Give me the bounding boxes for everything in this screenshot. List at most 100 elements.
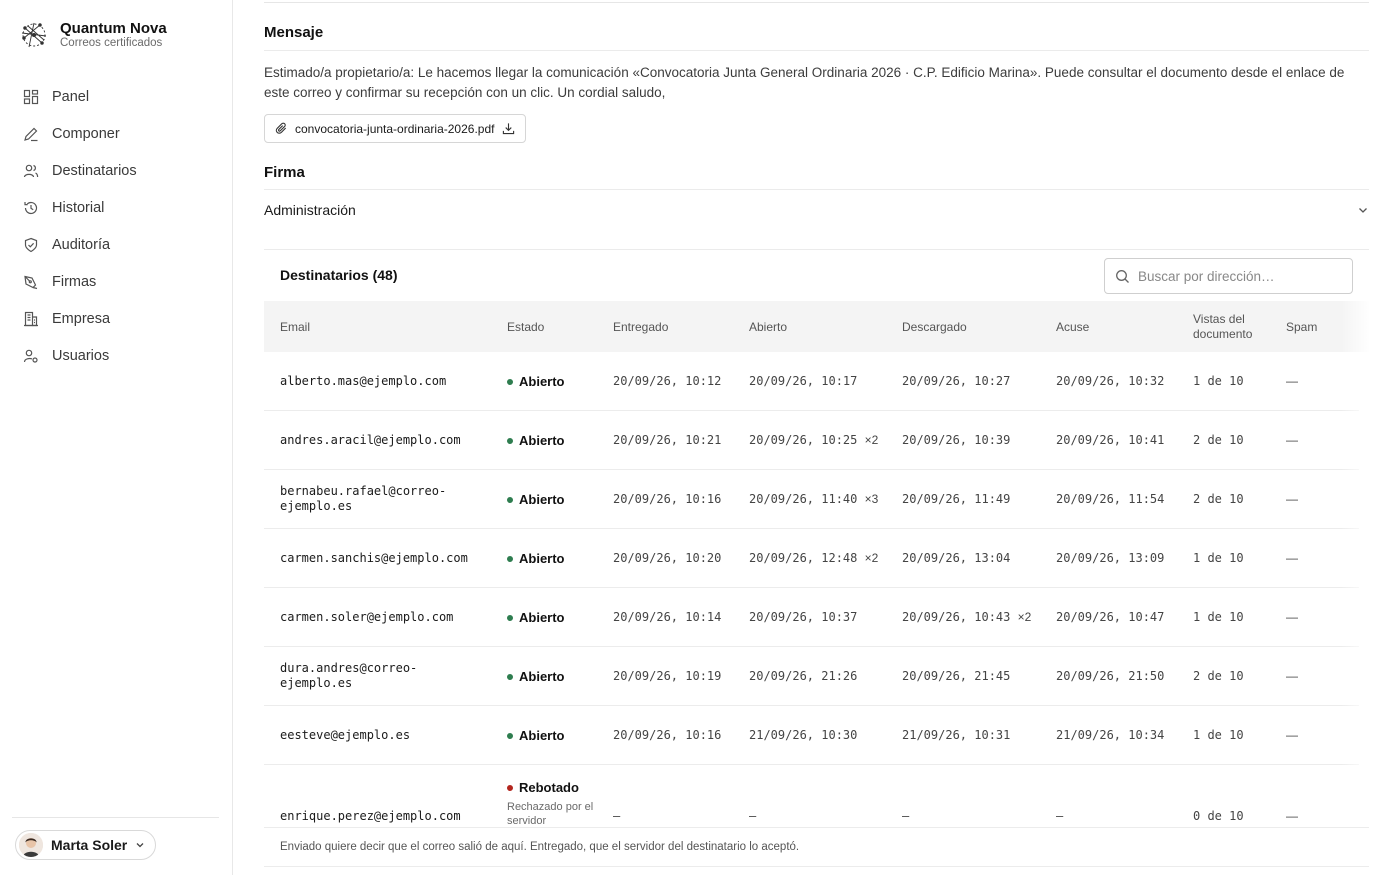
ack-cell: 20/09/26, 11:54 [1056, 492, 1165, 506]
status-label: Abierto [519, 374, 565, 389]
table-header: Email Estado Entregado Abierto Descargad… [264, 301, 1369, 352]
pen-icon [24, 127, 38, 141]
downloaded-cell: 20/09/26, 11:49 [902, 492, 1010, 507]
delivered-cell: 20/09/26, 10:19 [613, 669, 722, 683]
downloaded-cell: 20/09/26, 13:04 [902, 551, 1010, 566]
spam-cell: — [1286, 610, 1298, 624]
opened-value: 21/09/26, 10:30 [749, 728, 858, 742]
status-dot [507, 496, 513, 503]
opened-cell: 20/09/26, 10:25 ×2 [749, 433, 878, 448]
spam-cell: — [1286, 728, 1298, 742]
column-header-delivered[interactable]: Entregado [613, 320, 668, 335]
sidebar-nav: Panel Componer Destinatarios Historial A… [12, 78, 222, 374]
column-header-status[interactable]: Estado [507, 320, 544, 335]
column-header-downloaded[interactable]: Descargado [902, 320, 967, 335]
downloaded-value: 20/09/26, 10:43 [902, 610, 1011, 624]
status-badge: Abierto [507, 551, 565, 566]
chevron-down-icon [1359, 208, 1367, 213]
sidebar-item-label: Componer [52, 125, 120, 142]
column-header-views[interactable]: Vistas del documento [1193, 312, 1252, 342]
table-row[interactable]: dura.andres@correo-ejemplo.es Abierto 20… [264, 647, 1359, 706]
downloaded-count: ×2 [1017, 610, 1032, 624]
table-row[interactable]: eesteve@ejemplo.es Abierto 20/09/26, 10:… [264, 706, 1359, 765]
column-header-opened[interactable]: Abierto [749, 320, 787, 335]
status-badge: Abierto [507, 610, 565, 625]
status-label: Abierto [519, 728, 565, 743]
sidebar-item-usuarios[interactable]: Usuarios [12, 337, 222, 374]
sidebar-item-label: Panel [52, 88, 90, 105]
status-label: Abierto [519, 669, 565, 684]
column-header-views-line1: Vistas del [1193, 312, 1245, 326]
search-input[interactable] [1138, 268, 1338, 284]
paperclip-icon [275, 122, 287, 134]
user-name: Marta Soler [51, 837, 128, 853]
opened-cell: 20/09/26, 11:40 ×3 [749, 492, 878, 507]
sidebar-item-panel[interactable]: Panel [12, 78, 222, 115]
table-row[interactable]: enrique.perez@ejemplo.com Rebotado Recha… [264, 765, 1359, 826]
signature-selected-value: Administración [264, 202, 356, 218]
downloaded-cell: 20/09/26, 21:45 [902, 669, 1010, 684]
opened-count: ×2 [864, 433, 879, 447]
downloaded-value: 20/09/26, 10:27 [902, 374, 1011, 388]
brand[interactable]: Quantum Nova Correos certificados [20, 20, 167, 50]
opened-cell: 21/09/26, 10:30 [749, 728, 857, 743]
downloaded-value: 20/09/26, 10:39 [902, 433, 1011, 447]
views-cell: 1 de 10 [1193, 374, 1244, 388]
status-dot [507, 614, 513, 621]
user-menu-button[interactable]: Marta Soler [15, 830, 157, 860]
user-settings-icon [23, 349, 38, 363]
opened-value: 20/09/26, 10:25 [749, 433, 858, 447]
views-cell: 2 de 10 [1193, 492, 1244, 506]
chevron-down-icon [136, 843, 144, 848]
status-badge: Abierto [507, 669, 565, 684]
column-header-email[interactable]: Email [280, 320, 310, 335]
sidebar-item-empresa[interactable]: Empresa [12, 300, 222, 337]
avatar [19, 833, 43, 857]
ack-cell: – [1056, 809, 1064, 823]
downloaded-value: 20/09/26, 11:49 [902, 492, 1011, 506]
delivered-cell: 20/09/26, 10:12 [613, 374, 722, 388]
table-row[interactable]: alberto.mas@ejemplo.com Abierto 20/09/26… [264, 352, 1359, 411]
divider [264, 189, 1369, 190]
email-cell: eesteve@ejemplo.es [280, 728, 411, 742]
column-header-spam[interactable]: Spam [1286, 320, 1317, 335]
users-icon [23, 164, 39, 177]
opened-cell: 20/09/26, 10:17 [749, 374, 857, 389]
opened-count: ×3 [864, 492, 879, 506]
opened-count: ×2 [864, 551, 879, 565]
status-label: Abierto [519, 433, 565, 448]
brand-subtitle: Correos certificados [60, 37, 163, 49]
spam-cell: — [1286, 669, 1298, 683]
status-dot [507, 732, 513, 739]
downloaded-cell: – [902, 809, 910, 823]
sidebar-item-auditoria[interactable]: Auditoría [12, 226, 222, 263]
table-row[interactable]: bernabeu.rafael@correo-ejemplo.es Abiert… [264, 470, 1359, 529]
download-icon[interactable] [502, 122, 515, 135]
email-cell: andres.aracil@ejemplo.com [280, 433, 461, 447]
sidebar-item-componer[interactable]: Componer [12, 115, 222, 152]
column-header-ack[interactable]: Acuse [1056, 320, 1089, 335]
signature-select[interactable]: Administración [264, 198, 1369, 222]
opened-value: 20/09/26, 10:17 [749, 374, 858, 388]
search-box[interactable] [1104, 258, 1353, 294]
attachment-button[interactable]: convocatoria-junta-ordinaria-2026.pdf [264, 114, 527, 143]
spam-cell: — [1286, 492, 1298, 506]
opened-value: 20/09/26, 10:37 [749, 610, 858, 624]
status-label: Abierto [519, 551, 565, 566]
spam-cell: — [1286, 551, 1298, 565]
delivered-cell: 20/09/26, 10:16 [613, 728, 722, 742]
email-cell: bernabeu.rafael@correo-ejemplo.es [280, 484, 447, 513]
divider [264, 2, 1369, 3]
sidebar: Quantum Nova Correos certificados Panel … [0, 0, 233, 875]
delivered-cell: – [613, 809, 621, 823]
sidebar-item-historial[interactable]: Historial [12, 189, 222, 226]
brand-name: Quantum Nova [60, 20, 167, 37]
sidebar-item-firmas[interactable]: Firmas [12, 263, 222, 300]
table-row[interactable]: carmen.sanchis@ejemplo.com Abierto 20/09… [264, 529, 1359, 588]
table-row[interactable]: andres.aracil@ejemplo.com Abierto 20/09/… [264, 411, 1359, 470]
main-content: Mensaje Estimado/a propietario/a: Le hac… [264, 0, 1369, 875]
recipients-title: Destinatarios (48) [280, 267, 398, 283]
search-icon [1116, 269, 1129, 283]
sidebar-item-destinatarios[interactable]: Destinatarios [12, 152, 222, 189]
table-row[interactable]: carmen.soler@ejemplo.com Abierto 20/09/2… [264, 588, 1359, 647]
